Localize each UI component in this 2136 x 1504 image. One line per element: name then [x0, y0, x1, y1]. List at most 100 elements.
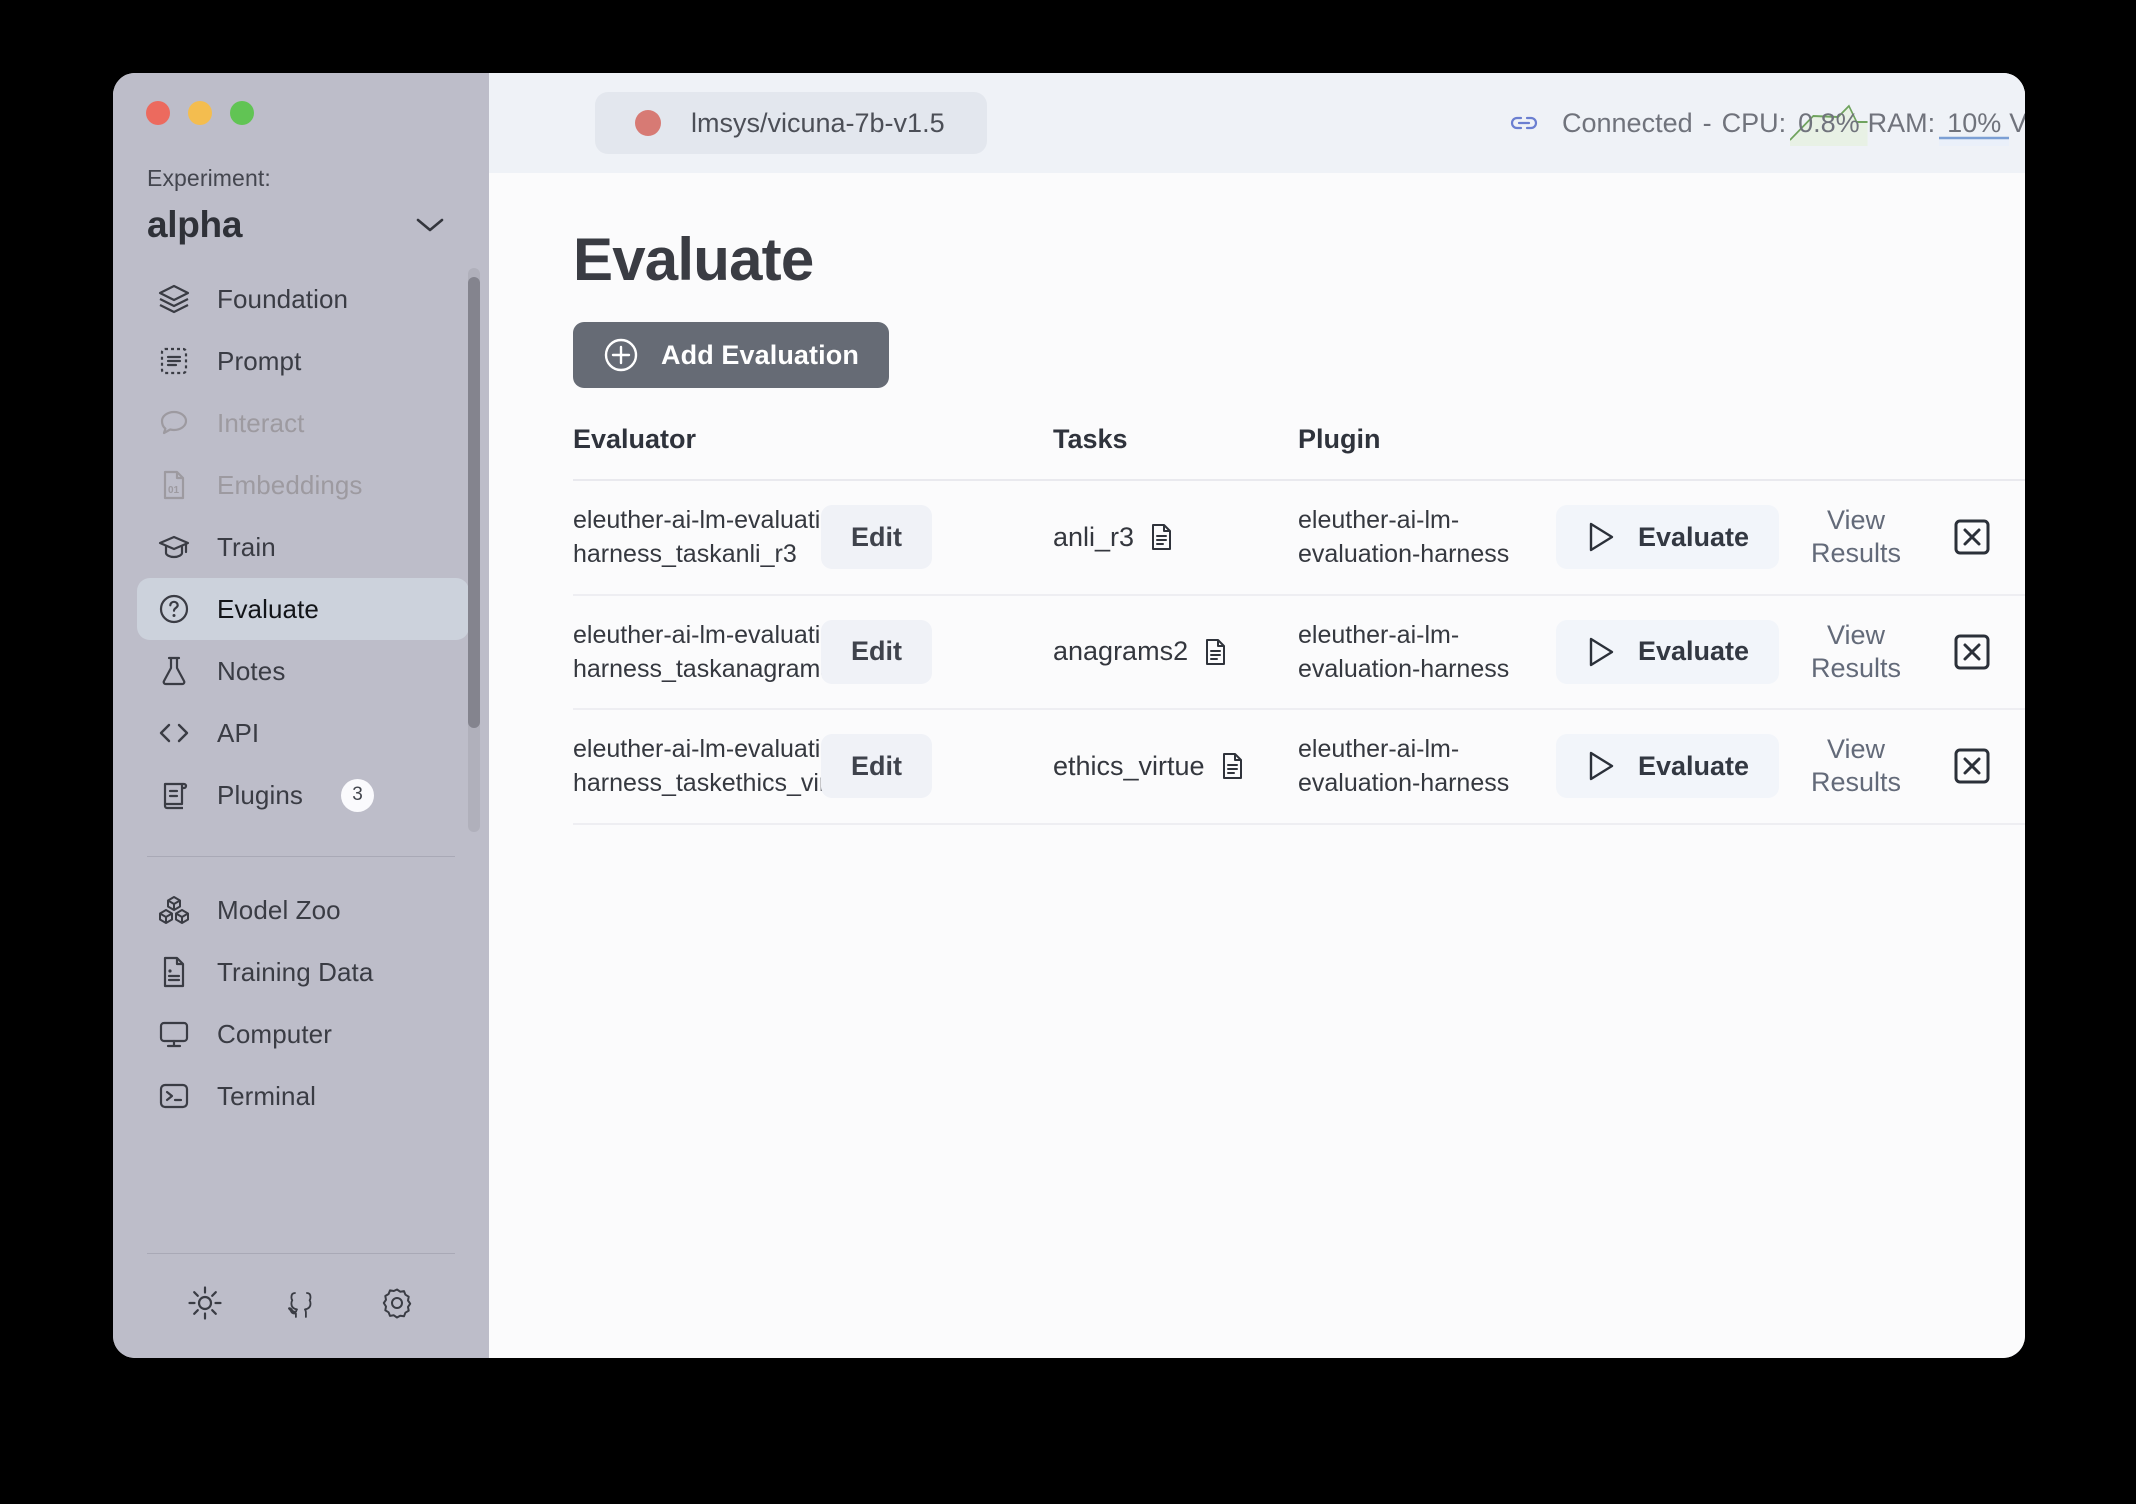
sidebar-item-terminal[interactable]: Terminal: [137, 1065, 469, 1127]
sidebar-item-label: Foundation: [217, 283, 349, 314]
sidebar-item-badge: 3: [340, 778, 374, 812]
document-icon[interactable]: [1201, 638, 1229, 666]
task-name: anli_r3: [1053, 521, 1135, 552]
view-results-cell: View Results: [1791, 709, 1951, 825]
model-selector-pill[interactable]: lmsys/vicuna-7b-v1.5: [595, 92, 987, 154]
sidebar-item-label: Train: [217, 531, 276, 562]
table-header-row: Evaluator Tasks Plugin: [573, 424, 2025, 481]
run-cell: Evaluate: [1556, 709, 1791, 825]
experiment-selector[interactable]: alpha: [113, 192, 489, 246]
document-icon: [157, 955, 191, 989]
app-window: Experiment: alpha Foundation Prompt Intera…: [113, 73, 2025, 1358]
page-title: Evaluate: [573, 226, 814, 293]
sidebar-item-computer[interactable]: Computer: [137, 1003, 469, 1065]
task-name: anagrams2: [1053, 636, 1189, 667]
sun-icon[interactable]: [186, 1284, 224, 1322]
experiment-name: alpha: [147, 204, 243, 245]
view-results-line2: Results: [1810, 767, 1902, 798]
github-icon[interactable]: [282, 1284, 320, 1322]
svg-text:01: 01: [168, 485, 180, 496]
window-traffic-lights: [113, 73, 489, 145]
question-circle-icon: [157, 592, 191, 626]
add-evaluation-button[interactable]: Add Evaluation: [573, 322, 889, 388]
view-results-line1: View: [1826, 505, 1886, 536]
ram-label: RAM:: [1867, 107, 1936, 138]
minimize-window-button[interactable]: [188, 101, 212, 125]
view-results-cell: View Results: [1791, 594, 1951, 710]
maximize-window-button[interactable]: [230, 101, 254, 125]
chat-bubble-icon: [157, 406, 191, 440]
status-separator: -: [1702, 107, 1712, 138]
sidebar-scrollbar[interactable]: [468, 268, 480, 832]
sidebar-scrollbar-thumb[interactable]: [468, 277, 480, 729]
flask-icon: [157, 654, 191, 688]
column-header-plugin: Plugin: [1298, 424, 1556, 481]
sidebar-item-label: Interact: [217, 407, 305, 438]
run-evaluate-button[interactable]: Evaluate: [1556, 619, 1780, 684]
plugin-name: eleuther-ai-lm-evaluation-harness: [1298, 506, 1510, 569]
view-results-line1: View: [1826, 734, 1886, 765]
delete-evaluation-button[interactable]: [1951, 745, 1993, 787]
sidebar-item-notes[interactable]: Notes: [137, 640, 469, 702]
view-results-line2: Results: [1810, 652, 1902, 683]
evaluator-cell: eleuther-ai-lm-evaluation-harness_tasket…: [573, 709, 1053, 825]
view-results-button[interactable]: View Results: [1791, 733, 1921, 799]
sidebar-item-training-data[interactable]: Training Data: [137, 941, 469, 1003]
column-header-view: [1791, 424, 1951, 481]
cpu-label: CPU:: [1721, 107, 1787, 138]
sidebar-item-label: API: [217, 717, 260, 748]
play-icon: [1586, 521, 1616, 553]
view-results-cell: View Results: [1791, 480, 1951, 596]
sidebar-item-api[interactable]: API: [137, 702, 469, 764]
tasks-cell: ethics_virtue: [1053, 709, 1298, 825]
sidebar-item-embeddings[interactable]: 01 Embeddings: [137, 454, 469, 516]
sidebar-item-label: Plugins: [217, 779, 303, 810]
prompt-icon: [157, 344, 191, 378]
run-evaluate-button[interactable]: Evaluate: [1556, 734, 1780, 799]
ram-value: 10%: [1947, 107, 2002, 138]
gear-icon[interactable]: [378, 1284, 416, 1322]
system-status: Connected - CPU: 0.8% RAM: 10% V: [1508, 100, 2025, 146]
document-icon[interactable]: [1147, 523, 1175, 551]
sidebar-item-interact[interactable]: Interact: [137, 392, 469, 454]
graduation-icon: [157, 530, 191, 564]
evaluator-cell: eleuther-ai-lm-evaluation-harness_taskan…: [573, 594, 1053, 710]
run-evaluate-label: Evaluate: [1638, 636, 1750, 667]
sidebar-item-plugins[interactable]: Plugins 3: [137, 764, 469, 826]
top-bar: lmsys/vicuna-7b-v1.5 Connected - CPU: 0.: [489, 73, 2025, 173]
sidebar-item-prompt[interactable]: Prompt: [137, 330, 469, 392]
sidebar-item-model-zoo[interactable]: Model Zoo: [137, 879, 469, 941]
run-evaluate-button[interactable]: Evaluate: [1556, 505, 1780, 570]
close-window-button[interactable]: [146, 101, 170, 125]
play-icon: [1586, 636, 1616, 668]
connection-text: Connected: [1562, 107, 1693, 138]
delete-evaluation-button[interactable]: [1951, 516, 1993, 558]
edit-button[interactable]: Edit: [821, 505, 932, 570]
view-results-button[interactable]: View Results: [1791, 619, 1921, 685]
terminal-icon: [157, 1079, 191, 1113]
plugin-cell: eleuther-ai-lm-evaluation-harness: [1298, 709, 1556, 825]
tasks-cell: anli_r3: [1053, 480, 1298, 596]
view-results-button[interactable]: View Results: [1791, 504, 1921, 570]
edit-button[interactable]: Edit: [821, 619, 932, 684]
run-cell: Evaluate: [1556, 594, 1791, 710]
delete-cell: [1951, 594, 2025, 710]
layers-icon: [157, 282, 191, 316]
add-evaluation-label: Add Evaluation: [661, 339, 859, 370]
ram-metric: 10%: [1939, 100, 2010, 146]
page-content: Evaluate Add Evaluation Evaluator Tasks …: [489, 173, 2025, 1358]
sidebar-nav-scroll-area: Foundation Prompt Interact 01 Embeddings Trai…: [113, 268, 489, 832]
sidebar-item-foundation[interactable]: Foundation: [137, 268, 469, 330]
document-icon[interactable]: [1218, 752, 1246, 780]
sidebar-item-evaluate[interactable]: Evaluate: [137, 578, 469, 640]
code-brackets-icon: [157, 716, 191, 750]
sidebar-item-label: Model Zoo: [217, 894, 341, 925]
sidebar: Experiment: alpha Foundation Prompt Intera…: [113, 73, 489, 1358]
model-status-dot: [635, 110, 661, 136]
plus-circle-icon: [603, 337, 639, 373]
edit-button[interactable]: Edit: [821, 734, 932, 799]
play-icon: [1586, 750, 1616, 782]
chevron-down-icon: [415, 216, 445, 234]
delete-evaluation-button[interactable]: [1951, 631, 1993, 673]
sidebar-item-train[interactable]: Train: [137, 516, 469, 578]
